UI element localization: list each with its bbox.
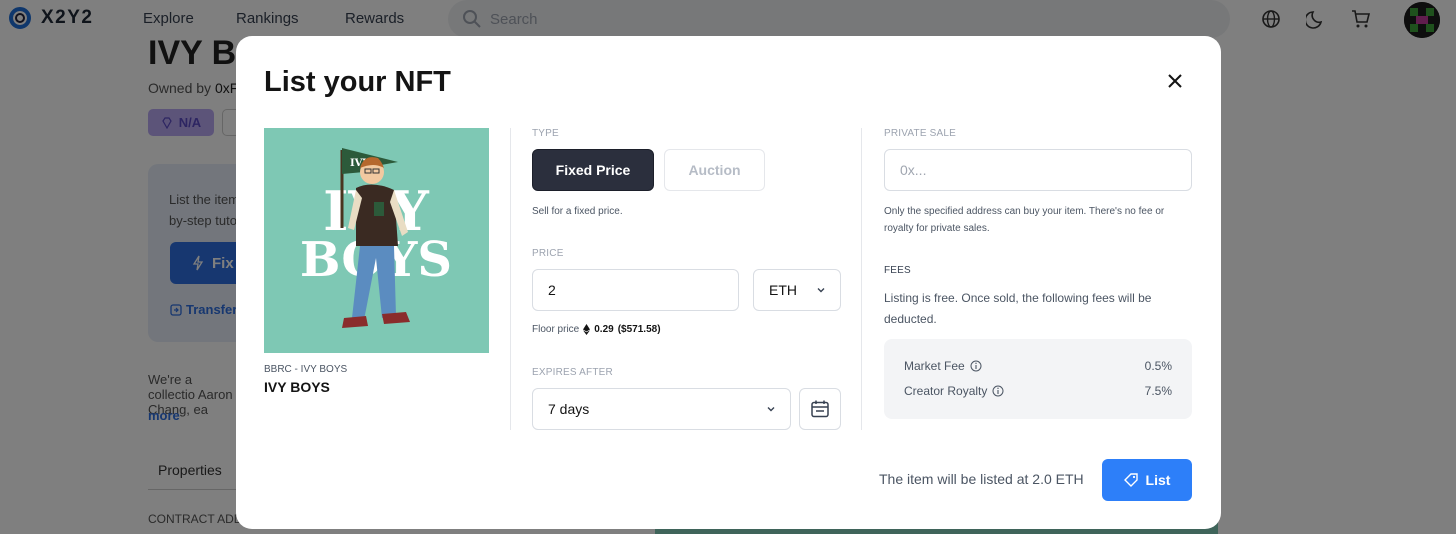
currency-value: ETH — [769, 282, 797, 298]
fee-row-royalty: Creator Royalty 7.5% — [904, 384, 1172, 398]
fee-row-market: Market Fee 0.5% — [904, 359, 1172, 373]
market-fee-label: Market Fee — [904, 359, 965, 373]
expires-value: 7 days — [548, 401, 590, 417]
creator-royalty-value: 7.5% — [1144, 384, 1172, 398]
private-sale-address-input[interactable]: 0x... — [884, 149, 1192, 191]
creator-royalty-label: Creator Royalty — [904, 384, 988, 398]
listing-summary: The item will be listed at 2.0 ETH — [879, 471, 1084, 487]
expires-label: EXPIRES AFTER — [532, 367, 613, 378]
nft-name: IVY BOYS — [264, 379, 330, 395]
fixed-price-option[interactable]: Fixed Price — [532, 149, 654, 191]
floor-price-value: 0.29 — [594, 324, 614, 335]
market-fee-value: 0.5% — [1144, 359, 1172, 373]
list-button[interactable]: List — [1102, 459, 1192, 501]
private-sale-label: PRIVATE SALE — [884, 128, 957, 139]
fees-label: FEES — [884, 265, 911, 276]
nft-artwork: IVY BOYS IVY — [264, 128, 489, 353]
price-value: 2 — [548, 282, 556, 298]
floor-price: Floor price 0.29 ($571.58) — [532, 324, 661, 335]
floor-price-label: Floor price — [532, 324, 580, 335]
type-label: TYPE — [532, 128, 559, 139]
info-icon[interactable] — [992, 385, 1004, 397]
currency-select[interactable]: ETH — [753, 269, 841, 311]
private-sale-hint: Only the specified address can buy your … — [884, 206, 1165, 234]
calendar-icon — [811, 400, 829, 418]
chevron-down-icon — [767, 407, 775, 412]
modal-title: List your NFT — [264, 66, 451, 98]
calendar-button[interactable] — [799, 388, 841, 430]
info-icon[interactable] — [970, 360, 982, 372]
close-icon[interactable] — [1164, 70, 1186, 92]
tag-icon — [1123, 473, 1138, 487]
chevron-down-icon — [817, 288, 825, 293]
price-label: PRICE — [532, 248, 564, 259]
expires-select[interactable]: 7 days — [532, 388, 791, 430]
fees-description: Listing is free. Once sold, the followin… — [884, 291, 1152, 326]
list-button-label: List — [1145, 472, 1171, 488]
auction-option[interactable]: Auction — [664, 149, 765, 191]
eth-icon — [583, 324, 591, 335]
price-input[interactable]: 2 — [532, 269, 739, 311]
floor-price-usd: ($571.58) — [617, 324, 661, 335]
list-nft-modal: List your NFT IVY BOYS IVY BBRC - IVY BO… — [236, 36, 1221, 529]
private-sale-placeholder: 0x... — [900, 162, 927, 178]
fees-breakdown: Market Fee 0.5% Creator Royalty 7.5% — [884, 339, 1192, 419]
column-divider-left — [510, 128, 511, 430]
column-divider-right — [861, 128, 862, 430]
type-hint: Sell for a fixed price. — [532, 206, 623, 217]
nft-collection-name: BBRC - IVY BOYS — [264, 364, 348, 375]
